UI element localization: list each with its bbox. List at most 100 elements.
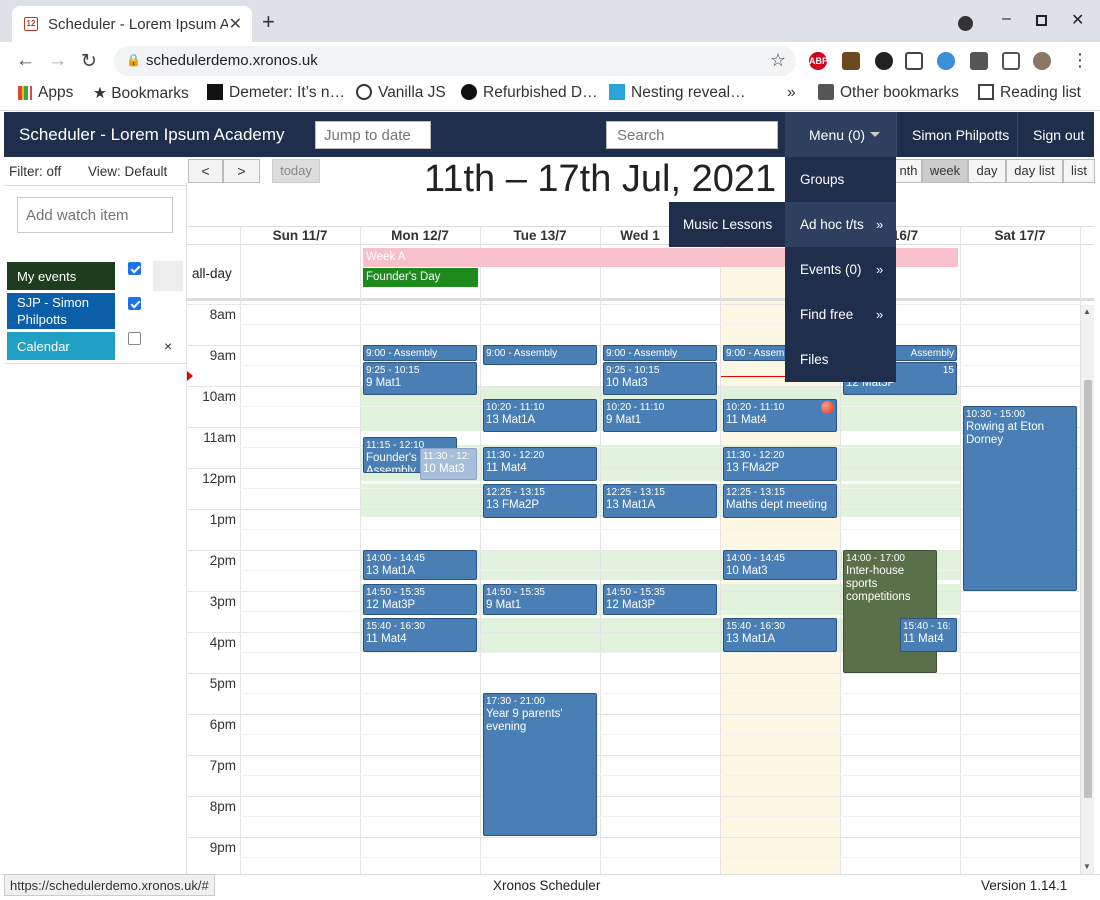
month-view-button[interactable]: nth [896,159,922,183]
add-watch-item-input[interactable] [17,197,173,233]
sign-out-link[interactable]: Sign out [1033,127,1084,143]
calendar-checkbox[interactable] [128,332,141,345]
back-icon[interactable]: ← [16,50,35,72]
sjp-checkbox[interactable] [128,297,141,310]
reload-icon[interactable]: ↻ [81,50,97,73]
event[interactable]: 12:25 - 13:15 13 Mat1A [603,484,717,518]
scroll-up-icon[interactable]: ▲ [1083,307,1091,316]
new-tab-icon[interactable]: + [262,11,275,33]
submenu-item-music-lessons[interactable]: Music Lessons [683,217,772,232]
filter-status[interactable]: Filter: off [9,164,61,179]
site-icon [207,84,223,100]
event[interactable]: 11:30 - 12:20 11 Mat4 [483,447,597,481]
browser-tab[interactable]: 12 Scheduler - Lorem Ipsum Academy ✕ [12,6,252,42]
other-bookmarks[interactable]: Other bookmarks [818,84,959,102]
view-selector[interactable]: View: Default [88,164,167,179]
extension-icon[interactable] [875,52,893,70]
calendar-calendar[interactable]: Calendar [7,332,115,360]
event[interactable]: 11:30 - 12: 10 Mat3 [420,448,477,480]
my-events-checkbox[interactable] [128,262,141,275]
puzzle-extensions-icon[interactable] [970,52,988,70]
search-input[interactable] [606,121,778,149]
screenshot-extension-icon[interactable] [905,52,923,70]
event[interactable]: 15:40 - 16: 11 Mat4 [900,618,957,652]
prev-week-button[interactable]: < [188,159,223,183]
forward-icon[interactable]: → [48,50,67,72]
event[interactable]: 12:25 - 13:15 13 FMa2P [483,484,597,518]
event[interactable]: 11:30 - 12:20 13 FMa2P [723,447,837,481]
scroll-down-icon[interactable]: ▼ [1083,862,1091,871]
half-hour-line [240,857,1080,858]
globe-icon [356,84,372,100]
event[interactable]: 14:50 - 15:35 12 Mat3P [363,584,477,615]
calendar-sjp[interactable]: SJP - Simon Philpotts [7,293,115,329]
event[interactable]: 15:40 - 16:30 11 Mat4 [363,618,477,652]
hour-line [186,304,1081,305]
extension-icon[interactable] [842,52,860,70]
alert-dot-icon [821,401,834,414]
menu-item-ad-hoc[interactable]: Ad hoc t/ts [800,217,864,232]
bookmark-apps[interactable]: Apps [18,84,73,102]
adblock-extension-icon[interactable]: ABP [809,52,828,70]
event[interactable]: 14:00 - 17:00 Inter-house sports competit… [843,550,937,673]
menu-item-find-free[interactable]: Find free [800,307,853,322]
menu-item-groups[interactable]: Groups [800,172,844,187]
event[interactable]: 9:00 - Assembly [483,345,597,365]
bookmark-refurbished[interactable]: Refurbished D… [461,84,598,102]
event[interactable]: 9:00 - Assembly [363,345,477,361]
event[interactable]: 17:30 - 21:00 Year 9 parents' evening [483,693,597,836]
profile-avatar-icon[interactable] [1033,52,1051,70]
event[interactable]: 15:40 - 16:30 13 Mat1A [723,618,837,652]
day-list-view-button[interactable]: day list [1006,159,1063,183]
minimize-icon[interactable]: – [1002,10,1011,28]
browser-menu-icon[interactable]: ⋮ [1071,50,1089,71]
profile-dropdown-icon[interactable] [958,16,973,31]
close-tab-icon[interactable]: ✕ [229,14,242,34]
menu-button[interactable]: Menu (0) [785,112,896,157]
event[interactable]: 14:00 - 14:45 10 Mat3 [723,550,837,580]
day-header-mon: Mon 12/7 [391,228,449,243]
next-week-button[interactable]: > [223,159,260,183]
event[interactable]: 12:25 - 13:15 Maths dept meeting [723,484,837,518]
event[interactable]: 10:20 - 11:10 11 Mat4 [723,399,837,432]
jump-to-date-input[interactable] [315,121,431,149]
half-hour-line [240,734,1080,735]
event[interactable]: 14:50 - 15:35 9 Mat1 [483,584,597,615]
event[interactable]: 10:30 - 15:00 Rowing at Eton Dorney [963,406,1077,591]
menu-item-events[interactable]: Events (0) [800,262,862,277]
bookmark-nesting[interactable]: Nesting reveal… [609,84,746,102]
remove-calendar-icon[interactable]: × [164,338,172,354]
hour-label: 12pm [202,471,236,486]
scrollbar-thumb[interactable] [1084,380,1092,798]
app-title[interactable]: Scheduler - Lorem Ipsum Academy [19,125,285,145]
event[interactable]: 9:25 - 10:15 9 Mat1 [363,362,477,395]
event[interactable]: 9:00 - Assembly [603,345,717,361]
bookmark-demeter[interactable]: Demeter: It’s n… [207,84,345,102]
week-view-button[interactable]: week [922,159,968,183]
close-window-icon[interactable]: ✕ [1071,10,1084,30]
hour-label: 11am [203,430,236,445]
extension-icon[interactable] [937,52,955,70]
bookmark-star-icon[interactable]: ☆ [770,50,786,71]
event[interactable]: 10:20 - 11:10 13 Mat1A [483,399,597,432]
bookmark-bookmarks[interactable]: ★ Bookmarks [93,84,189,103]
maximize-icon[interactable] [1036,15,1047,26]
menu-item-files[interactable]: Files [800,352,829,367]
user-name-link[interactable]: Simon Philpotts [912,127,1009,143]
day-view-button[interactable]: day [968,159,1006,183]
all-day-event-founders-day[interactable]: Founder's Day [363,268,478,287]
bookmarks-overflow-chevron[interactable]: » [787,84,796,102]
address-bar[interactable]: 🔒 schedulerdemo.xronos.uk ☆ [114,46,796,76]
event[interactable]: 10:20 - 11:10 9 Mat1 [603,399,717,432]
event[interactable]: 14:50 - 15:35 12 Mat3P [603,584,717,615]
list-view-button[interactable]: list [1063,159,1095,183]
event[interactable]: 14:00 - 14:45 13 Mat1A [363,550,477,580]
calendar-my-events[interactable]: My events [7,262,115,290]
event[interactable]: 9:25 - 10:15 10 Mat3 [603,362,717,395]
hour-label: 9am [209,348,236,363]
tab-title: Scheduler - Lorem Ipsum Academy [48,16,228,33]
today-button[interactable]: today [272,159,320,183]
cast-icon[interactable] [1002,52,1020,70]
reading-list[interactable]: Reading list [978,84,1081,102]
bookmark-vanilla-js[interactable]: Vanilla JS [356,84,446,102]
